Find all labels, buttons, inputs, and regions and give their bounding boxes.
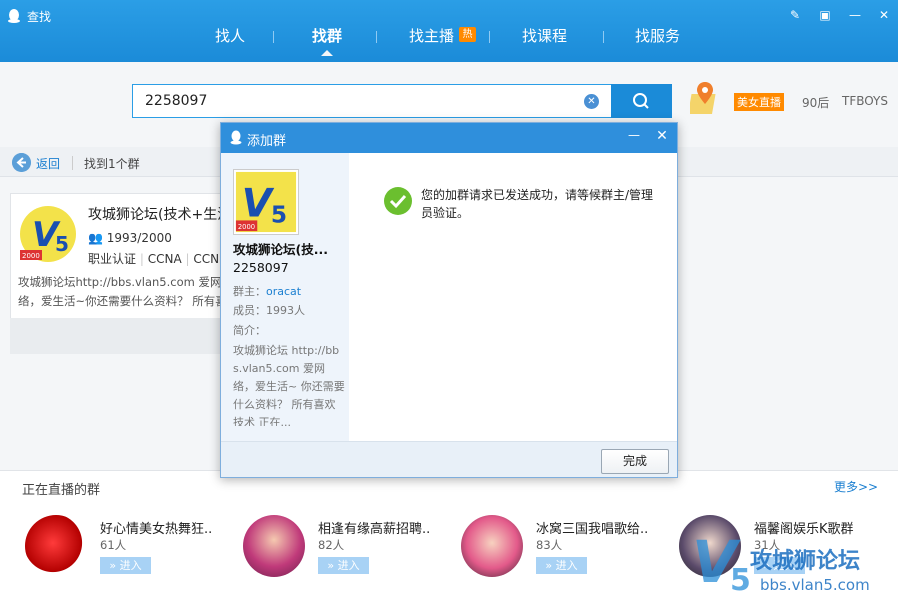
success-check-icon <box>384 187 412 215</box>
add-group-dialog: 添加群 — ✕ V 5 2000 攻城狮论坛(技... 2258097 群主：o… <box>220 122 678 478</box>
title-bar: 查找 ✎ ▣ — ✕ 找人 找群 找主播 热 找课程 找服务 <box>0 0 898 62</box>
live-group-avatar[interactable] <box>243 515 305 577</box>
group-members: 👥 1993/2000 <box>88 231 172 245</box>
tab-find-service[interactable]: 找服务 <box>635 26 680 56</box>
dialog-group-avatar: V 5 2000 <box>233 169 299 235</box>
svg-text:bbs.vlan5.com: bbs.vlan5.com <box>760 576 870 594</box>
dialog-minimize-button[interactable]: — <box>627 128 641 146</box>
qq-penguin-icon <box>8 9 20 23</box>
success-message: 您的加群请求已发送成功，请等候群主/管理员验证。 <box>421 188 654 220</box>
nav-divider <box>273 31 274 43</box>
find-window: 查找 ✎ ▣ — ✕ 找人 找群 找主播 热 找课程 找服务 2258097 ✕… <box>0 0 898 598</box>
divider <box>72 156 73 170</box>
tag: CCNA <box>147 252 182 266</box>
members-count: 1993/2000 <box>106 231 172 245</box>
live-group-count: 61人 <box>100 538 127 552</box>
live-group-name[interactable]: 相逢有缘高薪招聘.. <box>318 518 443 537</box>
back-arrow-icon[interactable] <box>12 153 31 172</box>
lock-icon[interactable]: ▣ <box>816 6 834 24</box>
members-icon: 👥 <box>88 231 107 245</box>
live-group-item[interactable]: 冰窝三国我唱歌给.. 83人 » 进入 <box>461 515 661 585</box>
dialog-title-bar: 添加群 — ✕ <box>221 123 677 153</box>
dialog-group-id: 2258097 <box>233 260 289 275</box>
done-button[interactable]: 完成 <box>601 449 669 474</box>
watermark-logo: V 5 攻城狮论坛 bbs.vlan5.com <box>692 528 870 598</box>
tab-find-people[interactable]: 找人 <box>215 26 245 56</box>
tab-find-group[interactable]: 找群 <box>312 26 342 56</box>
tab-find-streamer[interactable]: 找主播 <box>409 26 454 56</box>
svg-text:2000: 2000 <box>238 223 255 231</box>
dialog-title: 添加群 <box>247 134 287 149</box>
dialog-group-owner: 群主：oracat <box>233 283 345 301</box>
tab-find-course[interactable]: 找课程 <box>522 26 567 56</box>
search-input[interactable]: 2258097 ✕ <box>132 84 612 118</box>
feedback-icon[interactable]: ✎ <box>786 6 804 24</box>
svg-text:2000: 2000 <box>22 252 40 260</box>
live-group-name[interactable]: 好心情美女热舞狂.. <box>100 518 225 537</box>
owner-name-link[interactable]: oracat <box>266 285 301 298</box>
live-group-count: 83人 <box>536 538 563 552</box>
svg-text:V: V <box>242 182 275 227</box>
hot-badge: 热 <box>459 27 476 42</box>
group-avatar[interactable]: V 5 2000 <box>18 204 78 262</box>
enter-button[interactable]: » 进入 <box>536 557 587 574</box>
live-groups-title: 正在直播的群 <box>22 483 101 498</box>
dialog-close-button[interactable]: ✕ <box>655 128 669 146</box>
back-link[interactable]: 返回 <box>36 155 60 172</box>
dialog-group-name: 攻城狮论坛(技... <box>233 242 328 257</box>
tag: 职业认证 <box>88 252 137 266</box>
live-group-name[interactable]: 冰窝三国我唱歌给.. <box>536 518 661 537</box>
tag-tfboys[interactable]: TFBOYS <box>842 94 888 108</box>
svg-text:5: 5 <box>55 232 69 256</box>
dialog-intro-text: 攻城狮论坛 http://bbs.vlan5.com 爱网络，爱生活~ 你还需要… <box>233 344 345 426</box>
minimize-button[interactable]: — <box>846 6 864 24</box>
location-map-icon[interactable] <box>690 80 720 116</box>
dialog-intro-label: 简介： <box>233 324 266 337</box>
nav-divider <box>376 31 377 43</box>
svg-text:5: 5 <box>730 563 751 598</box>
owner-label: 群主： <box>233 285 266 298</box>
clear-icon[interactable]: ✕ <box>584 94 599 109</box>
live-badge-tag[interactable]: 美女直播 <box>734 93 784 111</box>
live-group-avatar[interactable] <box>25 515 87 577</box>
tag-90s[interactable]: 90后 <box>802 94 829 111</box>
window-title: 查找 <box>27 10 52 24</box>
result-count: 找到1个群 <box>84 157 140 171</box>
search-icon <box>633 93 649 109</box>
nav-divider <box>603 31 604 43</box>
dialog-group-members: 成员：1993人 <box>233 304 305 317</box>
more-link[interactable]: 更多>> <box>834 478 878 495</box>
live-group-item[interactable]: 好心情美女热舞狂.. 61人 » 进入 <box>25 515 225 585</box>
group-description: 攻城狮论坛http://bbs.vlan5.com 爱网络，爱生活~你还需要什么… <box>18 275 227 308</box>
close-button[interactable]: ✕ <box>875 6 893 24</box>
enter-button[interactable]: » 进入 <box>100 557 151 574</box>
live-group-item[interactable]: 相逢有缘高薪招聘.. 82人 » 进入 <box>243 515 443 585</box>
svg-text:5: 5 <box>271 201 287 228</box>
enter-button[interactable]: » 进入 <box>318 557 369 574</box>
qq-penguin-icon <box>230 130 242 145</box>
group-card-footer <box>10 318 240 354</box>
live-group-avatar[interactable] <box>461 515 523 577</box>
group-name[interactable]: 攻城狮论坛(技术+生活) <box>88 204 228 224</box>
live-group-count: 82人 <box>318 538 345 552</box>
nav-divider <box>489 31 490 43</box>
search-input-value: 2258097 <box>145 93 208 109</box>
group-tags: 职业认证 | CCNA | CCNP <box>88 252 227 266</box>
svg-text:攻城狮论坛: 攻城狮论坛 <box>750 548 860 574</box>
search-button[interactable] <box>611 84 672 118</box>
